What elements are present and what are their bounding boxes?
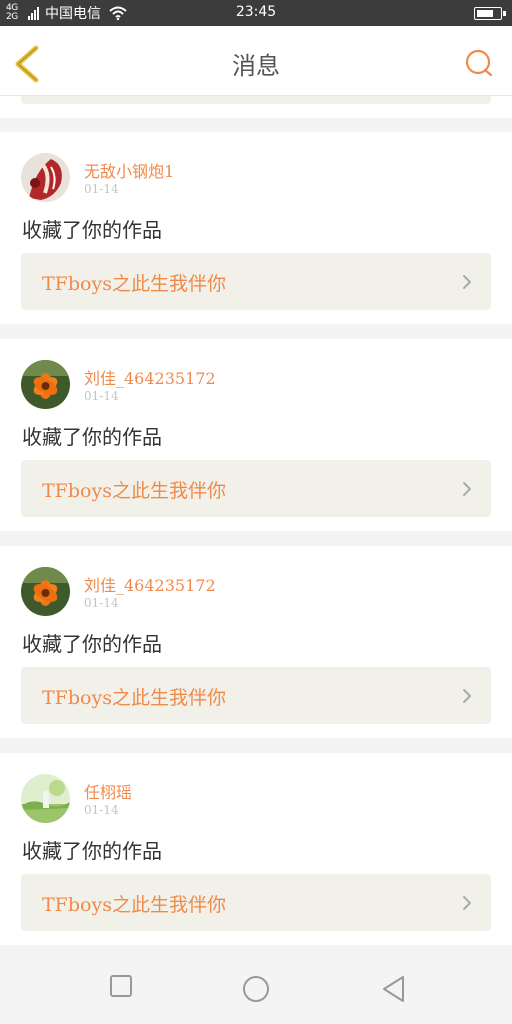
system-nav-bar (0, 946, 512, 1024)
search-icon[interactable] (464, 48, 494, 78)
work-link[interactable]: TFboys之此生我伴你 (21, 253, 491, 310)
user-name[interactable]: 无敌小钢炮1 (84, 158, 174, 182)
action-text: 收藏了你的作品 (22, 218, 162, 242)
clock: 23:45 (235, 4, 277, 20)
recent-apps-icon[interactable] (109, 974, 133, 998)
message-feed[interactable]: 无敌小钢炮1 01-14 收藏了你的作品 TFboys之此生我伴你 刘佳_4642351… (0, 96, 512, 946)
action-text: 收藏了你的作品 (22, 839, 162, 863)
message-card: 刘佳_464235172 01-14 收藏了你的作品 TFboys之此生我伴你 (0, 339, 512, 531)
message-time: 01-14 (84, 182, 119, 196)
avatar[interactable] (21, 360, 70, 409)
battery-level (477, 10, 493, 17)
previous-card-peek (0, 96, 512, 118)
home-icon[interactable] (242, 975, 270, 1003)
nav-bar: 消息 (0, 26, 512, 96)
avatar[interactable] (21, 567, 70, 616)
work-link[interactable]: TFboys之此生我伴你 (21, 460, 491, 517)
avatar[interactable] (21, 774, 70, 823)
chevron-right-icon (463, 482, 471, 496)
message-card: 刘佳_464235172 01-14 收藏了你的作品 TFboys之此生我伴你 (0, 546, 512, 738)
page-title: 消息 (232, 52, 280, 80)
message-card: 任栩瑶 01-14 收藏了你的作品 TFboys之此生我伴你 (0, 753, 512, 945)
chevron-right-icon (463, 689, 471, 703)
status-bar: 4G 2G 中国电信 23:45 (0, 0, 512, 26)
back-triangle-icon[interactable] (381, 975, 407, 1003)
action-text: 收藏了你的作品 (22, 632, 162, 656)
chevron-right-icon (463, 275, 471, 289)
battery-icon (474, 7, 506, 20)
user-name[interactable]: 刘佳_464235172 (84, 365, 216, 389)
message-time: 01-14 (84, 803, 119, 817)
message-time: 01-14 (84, 596, 119, 610)
avatar[interactable] (21, 153, 70, 202)
chevron-right-icon (463, 896, 471, 910)
work-box (21, 96, 491, 104)
work-title: TFboys之此生我伴你 (42, 894, 226, 916)
message-time: 01-14 (84, 389, 119, 403)
action-text: 收藏了你的作品 (22, 425, 162, 449)
work-title: TFboys之此生我伴你 (42, 480, 226, 502)
user-name[interactable]: 刘佳_464235172 (84, 572, 216, 596)
work-link[interactable]: TFboys之此生我伴你 (21, 874, 491, 931)
work-title: TFboys之此生我伴你 (42, 273, 226, 295)
user-name[interactable]: 任栩瑶 (84, 779, 132, 803)
message-card: 无敌小钢炮1 01-14 收藏了你的作品 TFboys之此生我伴你 (0, 132, 512, 324)
work-link[interactable]: TFboys之此生我伴你 (21, 667, 491, 724)
work-title: TFboys之此生我伴你 (42, 687, 226, 709)
